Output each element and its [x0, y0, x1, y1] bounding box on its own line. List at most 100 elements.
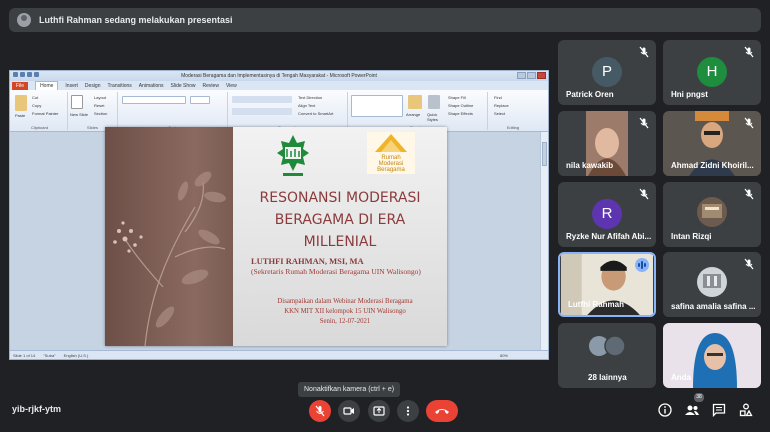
ppt-ribbon-tabs: File Home Insert Design Transitions Anim…: [10, 81, 548, 90]
tab-view: View: [225, 82, 237, 89]
info-icon: [658, 403, 672, 417]
more-participants-label: 28 lainnya: [588, 373, 627, 382]
shape-effects-button: Shape Effects: [448, 111, 473, 116]
group-font: Font: [118, 92, 228, 130]
participant-name: Intan Rizqi: [671, 232, 712, 241]
select-button: Select: [494, 111, 506, 116]
flower-illustration: [113, 171, 226, 346]
participant-tile[interactable]: R Ryzke Nur Afifah Abi...: [558, 182, 656, 247]
group-paragraph: Text Direction Align Text Convert to Sma…: [228, 92, 348, 130]
convert-smartart-button: Convert to SmartArt: [298, 111, 334, 116]
status-theme: "Sutra": [43, 352, 56, 358]
align-text-button: Align Text: [298, 103, 316, 108]
slide-scrollbar: [540, 132, 548, 350]
slide-event-info: Disampaikan dalam Webinar Moderasi Berag…: [277, 298, 413, 325]
tab-transitions: Transitions: [107, 82, 132, 89]
reset-button: Reset: [94, 103, 105, 108]
replace-button: Replace: [494, 103, 509, 108]
layout-button: Layout: [94, 95, 107, 100]
status-zoom: 80%: [499, 352, 508, 358]
status-slide-number: Slide 1 of 14: [13, 352, 36, 358]
participant-avatar: H: [697, 57, 727, 87]
mic-off-icon: [639, 117, 649, 129]
participant-tile[interactable]: nila kawakib: [558, 111, 656, 176]
camera-toggle-button[interactable]: [338, 400, 360, 422]
self-view-tile[interactable]: Anda: [663, 323, 761, 388]
ppt-window-title: Moderasi Beragama dan Implementasinya di…: [181, 73, 377, 79]
new-slide-button: New Slide: [70, 112, 89, 117]
participant-name: Ryzke Nur Afifah Abi...: [566, 232, 652, 241]
participant-name: Patrick Oren: [566, 90, 614, 99]
participant-avatar: R: [592, 199, 622, 229]
mic-off-icon: [315, 405, 325, 417]
activities-shapes-icon: [739, 403, 753, 417]
chat-icon: [712, 403, 726, 417]
presentation-banner-text: Luthfi Rahman sedang melakukan presentas…: [39, 15, 233, 25]
shape-outline-button: Shape Outline: [448, 103, 474, 108]
group-drawing: Arrange Quick Styles Shape Fill Shape Ou…: [348, 92, 488, 130]
participant-tile[interactable]: P Patrick Oren: [558, 40, 656, 105]
slide-author: LUTHFI RAHMAN, MSI, MA: [251, 256, 364, 266]
slide-author-role: (Sekretaris Rumah Moderasi Beragama UIN …: [251, 267, 421, 276]
participant-avatar: P: [592, 57, 622, 87]
window-controls: [517, 72, 546, 79]
rumah-moderasi-logo-text: Rumah Moderasi Beragama: [377, 155, 405, 173]
meet-window: Luthfi Rahman sedang melakukan presentas…: [0, 0, 770, 432]
people-icon: [685, 405, 699, 415]
participant-tile[interactable]: safina amalia safina ...: [663, 252, 761, 317]
presentation-banner: Luthfi Rahman sedang melakukan presentas…: [9, 8, 761, 32]
ppt-titlebar: Moderasi Beragama dan Implementasinya di…: [10, 71, 548, 81]
tab-insert: Insert: [65, 82, 78, 89]
find-button: Find: [494, 95, 502, 100]
mic-off-icon: [744, 188, 754, 200]
mic-off-icon: [744, 117, 754, 129]
meeting-details-button[interactable]: [657, 402, 673, 418]
participant-tile[interactable]: Intan Rizqi: [663, 182, 761, 247]
mic-toggle-button[interactable]: [309, 400, 331, 422]
paste-button: Paste: [15, 113, 26, 118]
cut-button: Cut: [32, 95, 39, 100]
participant-name: Ahmad Zidni Khoiril...: [671, 161, 754, 170]
tab-slide-show: Slide Show: [170, 82, 196, 89]
activities-button[interactable]: [738, 402, 754, 418]
participant-tile[interactable]: Ahmad Zidni Khoiril...: [663, 111, 761, 176]
mic-off-icon: [744, 258, 754, 270]
copy-button: Copy: [32, 103, 42, 108]
slide-title: RESONANSI MODERASI BERAGAMA DI ERA MILLE…: [259, 190, 421, 250]
participants-button[interactable]: [684, 402, 700, 418]
participant-stack-icon: [589, 335, 626, 357]
mic-off-icon: [744, 46, 754, 58]
more-vert-icon: [406, 406, 410, 416]
speaking-indicator-icon: [635, 258, 649, 272]
leave-call-button[interactable]: [426, 400, 458, 422]
meeting-code: yib-rjkf-ytm: [12, 404, 62, 414]
current-slide: Rumah Moderasi Beragama RESONANSI MODERA…: [105, 127, 447, 346]
mic-off-icon: [639, 46, 649, 58]
more-participants-tile[interactable]: 28 lainnya: [558, 323, 656, 388]
tab-animations: Animations: [138, 82, 164, 89]
group-editing: Find Replace Select Editing: [488, 92, 538, 130]
participant-name: safina amalia safina ...: [671, 302, 756, 311]
group-label-editing: Editing: [506, 125, 520, 130]
chat-button[interactable]: [711, 402, 727, 418]
quick-access-toolbar: [13, 72, 43, 79]
participant-count-badge: 38: [694, 393, 704, 402]
mic-off-icon: [639, 188, 649, 200]
arrange-button: Arrange: [406, 112, 421, 117]
presentation-area: Moderasi Beragama dan Implementasinya di…: [9, 70, 549, 360]
hang-up-icon: [435, 409, 449, 414]
tab-file: File: [12, 81, 29, 90]
tab-home: Home: [35, 81, 59, 90]
participant-name: nila kawakib: [566, 161, 614, 170]
more-options-button[interactable]: [397, 400, 419, 422]
presenter-avatar: [17, 13, 31, 27]
shape-fill-button: Shape Fill: [448, 95, 466, 100]
participant-tile-active-speaker[interactable]: Lutfhi Rahmah: [558, 252, 656, 317]
tab-review: Review: [202, 82, 219, 89]
present-now-button[interactable]: [368, 400, 390, 422]
ppt-ribbon: Paste Cut Copy Format Painter Clipboard …: [10, 90, 548, 132]
text-direction-button: Text Direction: [298, 95, 323, 100]
participant-name: Lutfhi Rahmah: [568, 300, 624, 309]
participant-tile[interactable]: H Hni pngst: [663, 40, 761, 105]
tab-design: Design: [84, 82, 101, 89]
